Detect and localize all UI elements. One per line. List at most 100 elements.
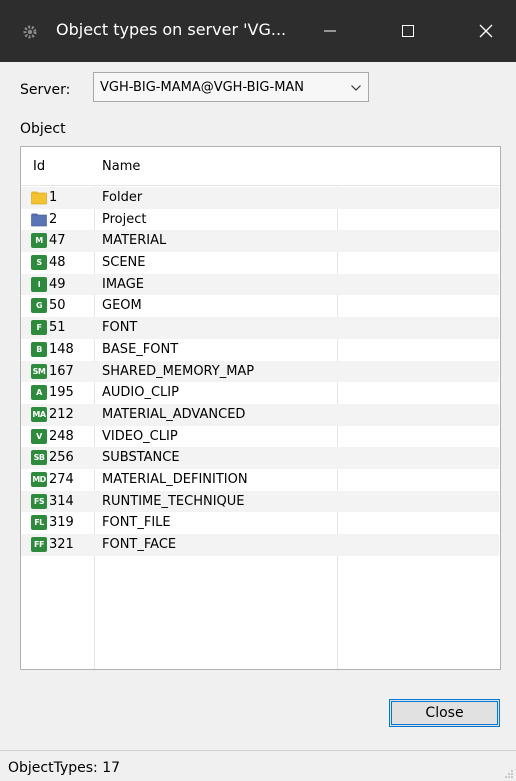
type-badge: S bbox=[31, 255, 47, 271]
resize-grip-icon[interactable] bbox=[504, 769, 514, 779]
row-name: IMAGE bbox=[102, 276, 145, 292]
row-id: 1 bbox=[49, 190, 58, 205]
table-row[interactable]: MD 274 MATERIAL_DEFINITION bbox=[21, 469, 499, 491]
server-dropdown[interactable]: VGH-BIG-MAMA@VGH-BIG-MAN bbox=[93, 72, 369, 102]
type-badge: F bbox=[31, 320, 47, 336]
row-name: SUBSTANCE bbox=[102, 450, 180, 466]
base-font-icon: B bbox=[31, 341, 47, 357]
row-name: SHARED_MEMORY_MAP bbox=[102, 363, 255, 379]
maximize-button[interactable] bbox=[378, 0, 438, 62]
material-advanced-icon: MA bbox=[31, 406, 47, 422]
row-id: 48 bbox=[49, 255, 66, 271]
type-badge: MA bbox=[31, 406, 47, 422]
row-name: VIDEO_CLIP bbox=[102, 428, 178, 444]
table-row[interactable]: V 248 VIDEO_CLIP bbox=[21, 426, 499, 448]
row-name: MATERIAL_DEFINITION bbox=[102, 471, 248, 487]
type-badge: M bbox=[31, 233, 47, 249]
row-id: 195 bbox=[49, 385, 74, 401]
table-header: Id Name bbox=[21, 147, 500, 186]
type-badge: I bbox=[31, 276, 47, 292]
row-id: 47 bbox=[49, 233, 66, 249]
video-clip-icon: V bbox=[31, 428, 47, 444]
title-bar[interactable]: Object types on server 'VG... bbox=[0, 0, 516, 62]
chevron-down-icon bbox=[351, 85, 361, 91]
row-id: 319 bbox=[49, 515, 74, 531]
row-id: 256 bbox=[49, 450, 74, 466]
maximize-icon bbox=[402, 25, 414, 37]
type-badge: B bbox=[31, 341, 47, 357]
table-row[interactable]: SM 167 SHARED_MEMORY_MAP bbox=[21, 360, 499, 383]
row-name: Project bbox=[102, 211, 147, 227]
type-badge: SM bbox=[31, 363, 47, 379]
status-bar: ObjectTypes: 17 bbox=[0, 750, 516, 781]
table-row[interactable]: FS 314 RUNTIME_TECHNIQUE bbox=[21, 490, 499, 513]
row-name: Folder bbox=[102, 190, 143, 205]
server-dropdown-value: VGH-BIG-MAMA@VGH-BIG-MAN bbox=[100, 80, 305, 95]
app-gear-icon bbox=[22, 24, 38, 40]
row-name: GEOM bbox=[102, 298, 142, 314]
column-header-id[interactable]: Id bbox=[33, 159, 45, 174]
row-name: RUNTIME_TECHNIQUE bbox=[102, 493, 245, 509]
type-badge: SB bbox=[31, 450, 47, 466]
row-id: 212 bbox=[49, 406, 74, 422]
font-face-icon: FF bbox=[31, 537, 47, 552]
table-row[interactable]: F 51 FONT bbox=[21, 317, 499, 339]
type-badge: FL bbox=[31, 515, 47, 531]
project-icon bbox=[31, 212, 47, 227]
type-badge: V bbox=[31, 428, 47, 444]
row-id: 314 bbox=[49, 493, 74, 509]
row-id: 2 bbox=[49, 211, 58, 227]
object-types-table[interactable]: Id Name 1 Folder 2 Project M 47 MATERIAL S 48 SCE… bbox=[20, 146, 501, 670]
font-file-icon: FL bbox=[31, 515, 47, 531]
row-name: AUDIO_CLIP bbox=[102, 385, 179, 401]
minimize-icon bbox=[324, 30, 336, 32]
row-id: 49 bbox=[49, 276, 66, 292]
server-label: Server: bbox=[20, 82, 71, 98]
row-id: 274 bbox=[49, 471, 74, 487]
row-id: 50 bbox=[49, 298, 66, 314]
row-id: 321 bbox=[49, 537, 74, 552]
audio-clip-icon: A bbox=[31, 385, 47, 401]
table-row[interactable]: 2 Project bbox=[21, 209, 499, 231]
row-name: MATERIAL_ADVANCED bbox=[102, 406, 246, 422]
type-badge: A bbox=[31, 385, 47, 401]
geom-icon: G bbox=[31, 298, 47, 314]
window-title: Object types on server 'VG... bbox=[56, 20, 287, 39]
column-header-name[interactable]: Name bbox=[102, 159, 140, 174]
minimize-button[interactable] bbox=[300, 0, 360, 62]
material-icon: M bbox=[31, 233, 47, 249]
table-row[interactable]: M 47 MATERIAL bbox=[21, 230, 499, 253]
close-icon bbox=[479, 24, 493, 38]
close-window-button[interactable] bbox=[456, 0, 516, 62]
row-name: SCENE bbox=[102, 255, 146, 271]
status-text: ObjectTypes: 17 bbox=[8, 760, 121, 776]
row-name: BASE_FONT bbox=[102, 341, 179, 357]
table-body: 1 Folder 2 Project M 47 MATERIAL S 48 SCENE I 49 IMA… bbox=[21, 187, 499, 556]
material-definition-icon: MD bbox=[31, 471, 47, 487]
font-icon: F bbox=[31, 320, 47, 336]
row-name: FONT_FACE bbox=[102, 537, 177, 552]
table-row[interactable]: FF 321 FONT_FACE bbox=[21, 534, 499, 556]
row-id: 148 bbox=[49, 341, 74, 357]
type-badge: FS bbox=[31, 493, 47, 509]
row-id: 248 bbox=[49, 428, 74, 444]
table-row[interactable]: 1 Folder bbox=[21, 187, 499, 209]
type-badge: G bbox=[31, 298, 47, 314]
object-section-label: Object bbox=[20, 121, 66, 137]
folder-icon bbox=[31, 190, 47, 205]
table-row[interactable]: G 50 GEOM bbox=[21, 295, 499, 317]
close-button[interactable]: Close bbox=[389, 699, 500, 727]
row-id: 51 bbox=[49, 320, 66, 336]
table-row[interactable]: B 148 BASE_FONT bbox=[21, 339, 499, 361]
table-row[interactable]: I 49 IMAGE bbox=[21, 273, 499, 296]
table-row[interactable]: A 195 AUDIO_CLIP bbox=[21, 382, 499, 404]
substance-icon: SB bbox=[31, 450, 47, 466]
scene-icon: S bbox=[31, 255, 47, 271]
table-row[interactable]: MA 212 MATERIAL_ADVANCED bbox=[21, 403, 499, 426]
image-icon: I bbox=[31, 276, 47, 292]
table-row[interactable]: SB 256 SUBSTANCE bbox=[21, 447, 499, 469]
row-id: 167 bbox=[49, 363, 74, 379]
table-row[interactable]: FL 319 FONT_FILE bbox=[21, 512, 499, 534]
shared-memory-icon: SM bbox=[31, 363, 47, 379]
table-row[interactable]: S 48 SCENE bbox=[21, 252, 499, 274]
